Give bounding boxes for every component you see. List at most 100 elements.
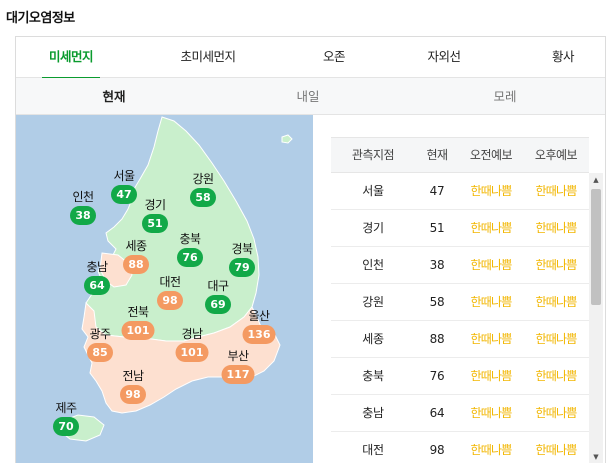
region-name: 인천 bbox=[72, 190, 94, 204]
tab-fine-dust[interactable]: 미세먼지 bbox=[42, 37, 100, 79]
region-value-badge: 47 bbox=[111, 185, 137, 204]
cell-am-forecast: 한때나쁨 bbox=[470, 369, 513, 383]
tab-yellow-dust[interactable]: 황사 bbox=[548, 37, 578, 78]
cell-station: 경기 bbox=[362, 221, 384, 235]
region-value-badge: 64 bbox=[84, 276, 110, 295]
region-value-badge: 51 bbox=[142, 214, 168, 233]
region-name: 경남 bbox=[181, 327, 203, 341]
station-table: 관측지점 현재 오전예보 오후예보 서울 47 한때나쁨 한때나쁨 경기 51 … bbox=[331, 137, 589, 463]
region-name: 충북 bbox=[179, 232, 201, 246]
subtab-day-after[interactable]: 모레 bbox=[477, 78, 533, 115]
tab-ozone[interactable]: 오존 bbox=[318, 37, 350, 78]
header-pm-forecast: 오후예보 bbox=[534, 148, 578, 162]
korea-map: 서울 47 인천 38 경기 51 강원 58 세종 88 충북 76 경북 7… bbox=[16, 115, 313, 463]
subtab-tomorrow[interactable]: 내일 bbox=[280, 78, 336, 115]
cell-pm-forecast: 한때나쁨 bbox=[535, 295, 578, 309]
region-name: 강원 bbox=[192, 172, 214, 186]
triangle-down-icon[interactable]: ▼ bbox=[589, 450, 603, 463]
map-region-gyeongnam[interactable]: 경남 101 bbox=[175, 327, 209, 362]
region-name: 광주 bbox=[89, 327, 111, 341]
map-region-daejeon[interactable]: 대전 98 bbox=[157, 275, 183, 310]
cell-current: 47 bbox=[429, 184, 445, 198]
pollutant-tabs: 미세먼지 초미세먼지 오존 자외선 황사 bbox=[16, 37, 605, 79]
map-region-jeonbuk[interactable]: 전북 101 bbox=[121, 305, 155, 340]
map-region-jeonnam[interactable]: 전남 98 bbox=[120, 369, 146, 404]
region-name: 울산 bbox=[248, 309, 270, 323]
tab-ultrafine-dust[interactable]: 초미세먼지 bbox=[174, 37, 242, 78]
region-value-badge: 117 bbox=[221, 365, 255, 384]
table-row: 경기 51 한때나쁨 한때나쁨 bbox=[331, 210, 589, 247]
region-value-badge: 38 bbox=[70, 206, 96, 225]
table-row: 세종 88 한때나쁨 한때나쁨 bbox=[331, 321, 589, 358]
cell-current: 38 bbox=[429, 258, 445, 272]
map-region-jeju[interactable]: 제주 70 bbox=[53, 401, 79, 436]
region-name: 서울 bbox=[113, 169, 135, 183]
cell-station: 충남 bbox=[362, 406, 384, 420]
map-region-ulsan[interactable]: 울산 136 bbox=[242, 309, 276, 344]
map-region-gyeonggi[interactable]: 경기 51 bbox=[142, 198, 168, 233]
cell-current: 64 bbox=[429, 406, 445, 420]
header-am-forecast: 오전예보 bbox=[469, 148, 513, 162]
cell-current: 51 bbox=[429, 221, 445, 235]
header-current: 현재 bbox=[426, 148, 448, 162]
map-island-ulleung bbox=[281, 134, 293, 144]
table-row: 강원 58 한때나쁨 한때나쁨 bbox=[331, 284, 589, 321]
cell-station: 강원 bbox=[362, 295, 384, 309]
region-value-badge: 76 bbox=[177, 248, 203, 267]
time-subtabs: 현재 내일 모레 bbox=[16, 78, 605, 115]
map-region-daegu[interactable]: 대구 69 bbox=[205, 279, 231, 314]
region-name: 경북 bbox=[231, 242, 253, 256]
table-row: 충북 76 한때나쁨 한때나쁨 bbox=[331, 358, 589, 395]
region-name: 전남 bbox=[122, 369, 144, 383]
map-region-sejong[interactable]: 세종 88 bbox=[123, 239, 149, 274]
table-row: 서울 47 한때나쁨 한때나쁨 bbox=[331, 173, 589, 210]
table-row: 충남 64 한때나쁨 한때나쁨 bbox=[331, 395, 589, 432]
map-region-gangwon[interactable]: 강원 58 bbox=[190, 172, 216, 207]
region-name: 대전 bbox=[159, 275, 181, 289]
scrollbar-thumb[interactable] bbox=[591, 189, 601, 305]
map-region-chungnam[interactable]: 충남 64 bbox=[84, 260, 110, 295]
cell-pm-forecast: 한때나쁨 bbox=[535, 332, 578, 346]
tab-uv[interactable]: 자외선 bbox=[424, 37, 464, 78]
region-value-badge: 79 bbox=[229, 258, 255, 277]
map-region-busan[interactable]: 부산 117 bbox=[221, 349, 255, 384]
cell-am-forecast: 한때나쁨 bbox=[470, 406, 513, 420]
table-scrollbar[interactable]: ▲ ▼ bbox=[589, 173, 603, 463]
region-value-badge: 70 bbox=[53, 417, 79, 436]
subtab-now[interactable]: 현재 bbox=[86, 78, 142, 115]
cell-pm-forecast: 한때나쁨 bbox=[535, 221, 578, 235]
cell-pm-forecast: 한때나쁨 bbox=[535, 258, 578, 272]
region-name: 부산 bbox=[227, 349, 249, 363]
cell-current: 88 bbox=[429, 332, 445, 346]
map-region-chungbuk[interactable]: 충북 76 bbox=[177, 232, 203, 267]
region-value-badge: 85 bbox=[87, 343, 113, 362]
region-value-badge: 58 bbox=[190, 188, 216, 207]
map-region-incheon[interactable]: 인천 38 bbox=[70, 190, 96, 225]
region-value-badge: 88 bbox=[123, 255, 149, 274]
cell-am-forecast: 한때나쁨 bbox=[470, 221, 513, 235]
table-header: 관측지점 현재 오전예보 오후예보 bbox=[331, 137, 589, 173]
triangle-up-icon[interactable]: ▲ bbox=[589, 173, 603, 187]
cell-pm-forecast: 한때나쁨 bbox=[535, 369, 578, 383]
region-value-badge: 98 bbox=[157, 291, 183, 310]
cell-am-forecast: 한때나쁨 bbox=[470, 332, 513, 346]
cell-station: 대전 bbox=[362, 443, 384, 457]
air-quality-panel: 미세먼지 초미세먼지 오존 자외선 황사 현재 내일 모레 서울 47 인천 3… bbox=[15, 36, 606, 463]
region-value-badge: 101 bbox=[175, 343, 209, 362]
region-name: 세종 bbox=[125, 239, 147, 253]
map-region-gwangju[interactable]: 광주 85 bbox=[87, 327, 113, 362]
region-value-badge: 98 bbox=[120, 385, 146, 404]
cell-am-forecast: 한때나쁨 bbox=[470, 258, 513, 272]
cell-station: 서울 bbox=[362, 184, 384, 198]
region-name: 대구 bbox=[207, 279, 229, 293]
cell-pm-forecast: 한때나쁨 bbox=[535, 184, 578, 198]
header-station: 관측지점 bbox=[351, 148, 395, 162]
map-region-seoul[interactable]: 서울 47 bbox=[111, 169, 137, 204]
cell-am-forecast: 한때나쁨 bbox=[470, 184, 513, 198]
cell-am-forecast: 한때나쁨 bbox=[470, 443, 513, 457]
region-name: 경기 bbox=[144, 198, 166, 212]
region-value-badge: 69 bbox=[205, 295, 231, 314]
map-region-gyeongbuk[interactable]: 경북 79 bbox=[229, 242, 255, 277]
cell-current: 98 bbox=[429, 443, 445, 457]
region-name: 충남 bbox=[86, 260, 108, 274]
